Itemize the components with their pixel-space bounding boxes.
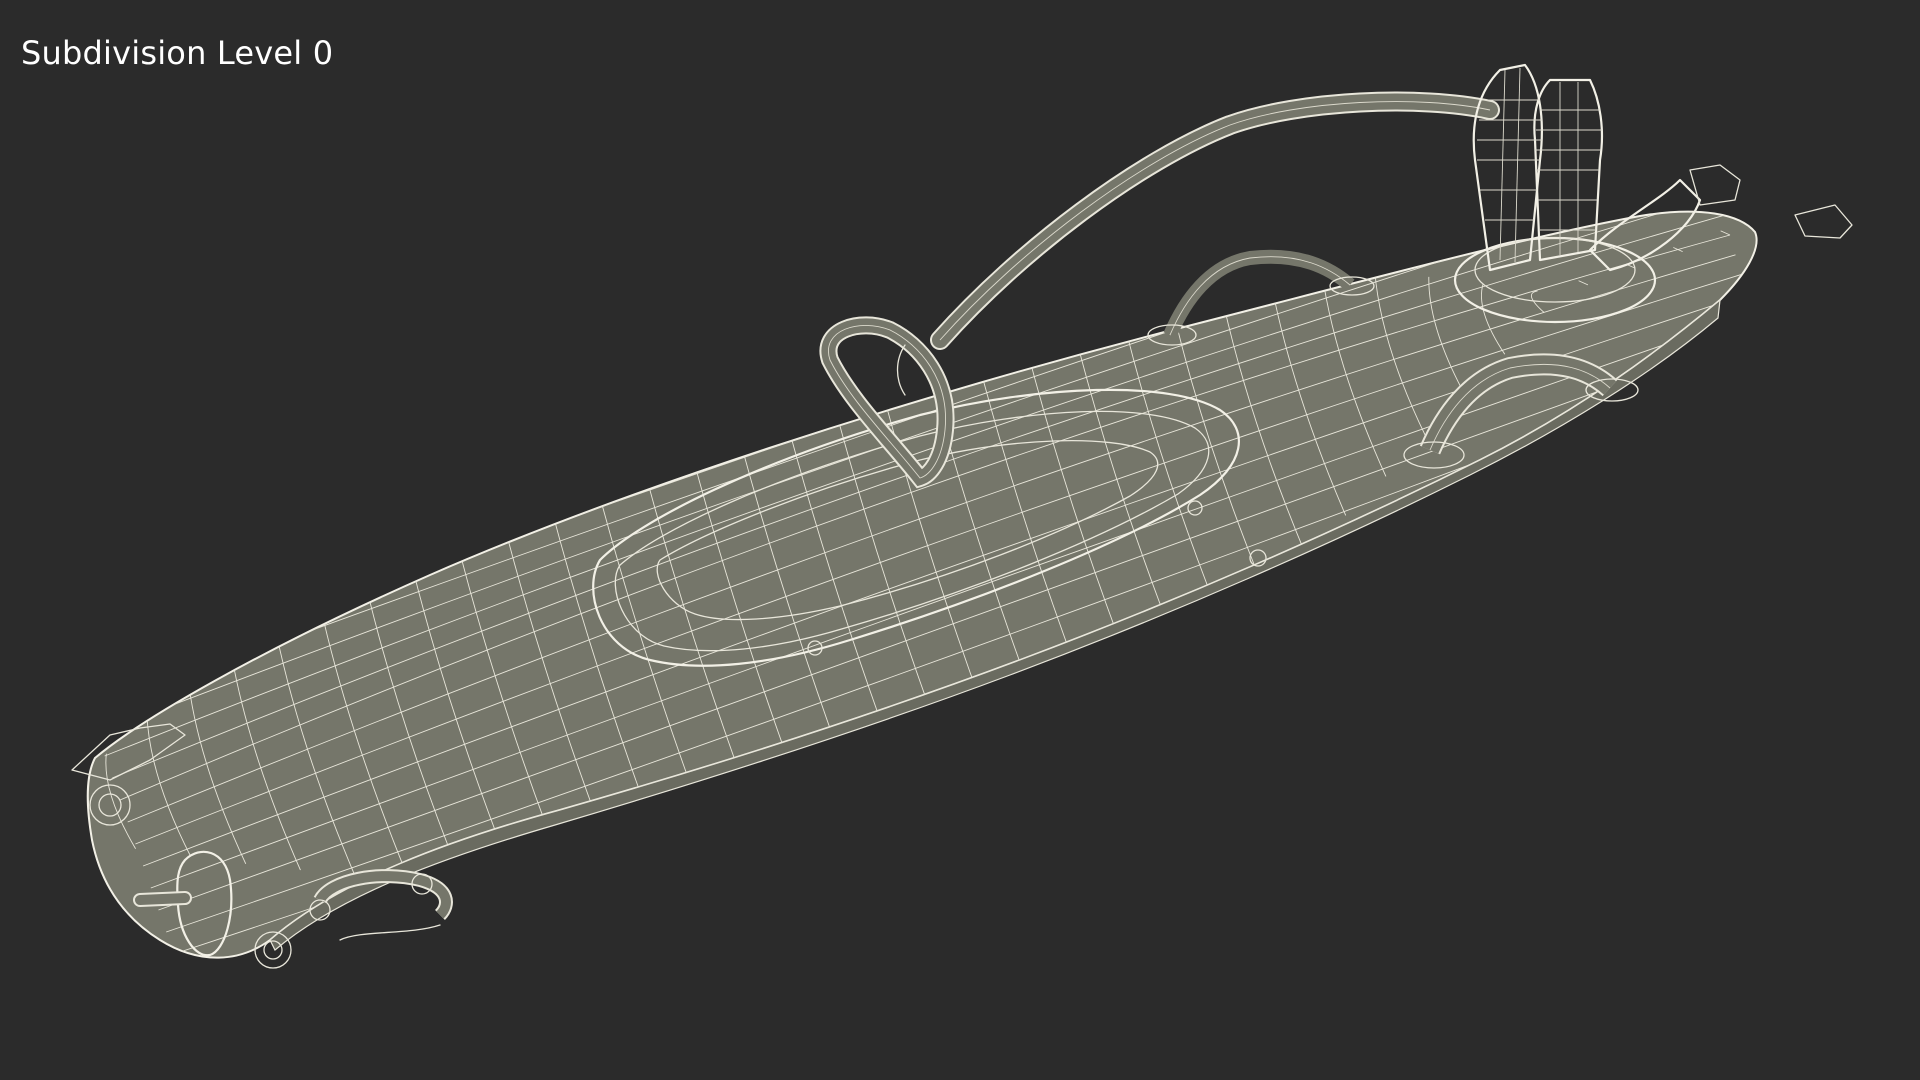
render-viewport: Subdivision Level 0 (0, 0, 1920, 1080)
subdivision-label: Subdivision Level 0 (21, 34, 334, 72)
wireframe-model (71, 63, 1853, 969)
hull (86, 210, 1758, 959)
